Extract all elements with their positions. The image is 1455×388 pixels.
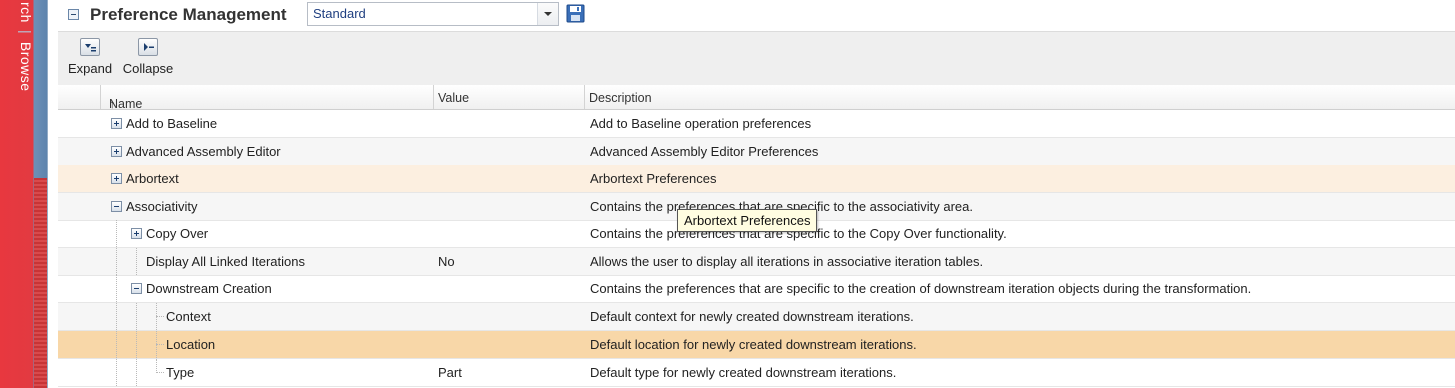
preference-management-header: Preference Management Standard: [58, 0, 1455, 31]
search-tab[interactable]: rch: [18, 2, 34, 23]
row-description: Default location for newly created downs…: [590, 337, 917, 352]
row-description: Default type for newly created downstrea…: [590, 365, 897, 380]
row-tooltip: Arbortext Preferences: [677, 209, 818, 232]
tree-guide-line: [116, 331, 117, 358]
save-icon[interactable]: [566, 4, 585, 23]
tree-guide-line: [116, 220, 117, 247]
row-name: Associativity: [126, 199, 198, 214]
side-panel-tabs: rch | Browse: [4, 2, 34, 112]
tree-guide-line: [136, 359, 137, 386]
sort-ascending-icon: ↑: [109, 97, 116, 111]
tree-guide-line: [116, 275, 117, 302]
row-name: Type: [166, 365, 195, 380]
left-side-panel: rch | Browse: [0, 0, 48, 388]
tree-row[interactable]: Add to Baseline Add to Baseline operatio…: [58, 110, 1455, 138]
tree-row-selected[interactable]: Location Default location for newly crea…: [58, 331, 1455, 359]
row-value[interactable]: No: [438, 254, 455, 269]
collapse-node-icon[interactable]: [111, 201, 122, 212]
grid-header: Name ↑ Value Description: [58, 85, 1455, 111]
tree-branch-line: [156, 372, 164, 373]
expand-node-icon[interactable]: [131, 228, 142, 239]
tree-row[interactable]: Type Part Default type for newly created…: [58, 359, 1455, 387]
header-spacer: [58, 85, 101, 109]
column-header-name[interactable]: Name ↑: [101, 85, 434, 111]
expand-icon: [80, 38, 100, 56]
expand-label: Expand: [67, 61, 113, 76]
chevron-down-icon[interactable]: [537, 3, 558, 25]
tree-guide-line: [116, 359, 117, 386]
tree-guide-line: [116, 248, 117, 275]
expand-node-icon[interactable]: [111, 173, 122, 184]
expand-button[interactable]: Expand: [65, 38, 115, 76]
tree-branch-line: [156, 316, 164, 317]
row-name: Add to Baseline: [126, 116, 218, 131]
side-panel-splitter[interactable]: [34, 178, 47, 388]
row-description: Contains the preferences that are specif…: [590, 281, 1252, 296]
tree-branch-line: [156, 344, 164, 345]
row-description: Allows the user to display all iteration…: [590, 254, 984, 269]
preferences-tree-grid: Name ↑ Value Description Add to Baseline…: [58, 85, 1455, 388]
profile-select[interactable]: Standard: [307, 2, 559, 26]
column-header-value[interactable]: Value: [434, 85, 585, 109]
tree-row[interactable]: Context Default context for newly create…: [58, 303, 1455, 331]
expand-node-icon[interactable]: [111, 146, 122, 157]
row-name: Location: [166, 337, 216, 352]
column-header-value-label: Value: [438, 91, 470, 105]
column-header-description-label: Description: [589, 91, 652, 105]
row-name: Copy Over: [146, 226, 209, 241]
profile-select-value: Standard: [313, 6, 366, 21]
row-description: Add to Baseline operation preferences: [590, 116, 812, 131]
tree-guide-line: [136, 303, 137, 330]
collapse-panel-icon[interactable]: [68, 9, 79, 20]
collapse-label: Collapse: [122, 61, 174, 76]
tab-separator: |: [18, 30, 34, 35]
page-title: Preference Management: [90, 5, 287, 24]
collapse-icon: [138, 38, 158, 56]
tree-guide-line: [116, 303, 117, 330]
row-name: Advanced Assembly Editor: [126, 144, 281, 159]
tree-row[interactable]: Display All Linked Iterations No Allows …: [58, 248, 1455, 276]
tree-row[interactable]: Advanced Assembly Editor Advanced Assemb…: [58, 138, 1455, 166]
row-name: Downstream Creation: [146, 281, 272, 296]
row-description: Advanced Assembly Editor Preferences: [590, 144, 819, 159]
tree-guide-line: [136, 248, 137, 275]
expand-node-icon[interactable]: [111, 118, 122, 129]
row-description: Arbortext Preferences: [590, 171, 717, 186]
tree-row[interactable]: Arbortext Arbortext Preferences: [58, 165, 1455, 193]
row-description: Default context for newly created downst…: [590, 309, 914, 324]
collapse-node-icon[interactable]: [131, 283, 142, 294]
tree-toolbar: Expand Collapse: [58, 31, 1455, 86]
tree-row[interactable]: Downstream Creation Contains the prefere…: [58, 275, 1455, 303]
collapse-button[interactable]: Collapse: [120, 38, 176, 76]
tree-guide-line: [156, 359, 157, 373]
tree-guide-line: [136, 331, 137, 358]
column-header-description[interactable]: Description: [585, 85, 1454, 109]
row-value[interactable]: Part: [438, 365, 462, 380]
browse-tab[interactable]: Browse: [18, 42, 34, 92]
row-name: Context: [166, 309, 211, 324]
row-name: Arbortext: [126, 171, 179, 186]
row-name: Display All Linked Iterations: [146, 254, 305, 269]
